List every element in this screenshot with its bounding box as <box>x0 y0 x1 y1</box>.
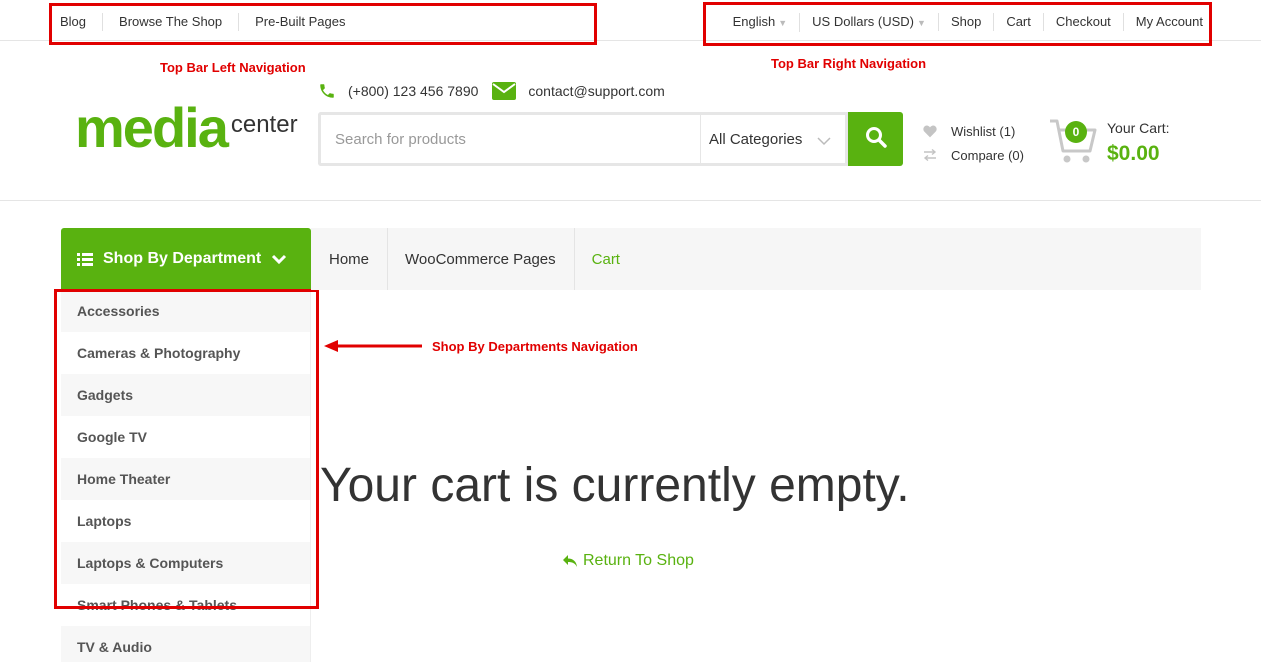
annotation-arrow <box>324 340 422 352</box>
cart-label: Your Cart: <box>1107 120 1170 136</box>
search-button[interactable] <box>848 112 903 166</box>
annotation-box-top-left <box>49 3 597 45</box>
chevron-down-icon <box>817 133 831 150</box>
breadcrumb-home[interactable]: Home <box>311 228 389 290</box>
contact-email: contact@support.com <box>528 83 665 99</box>
annotation-label-departments: Shop By Departments Navigation <box>432 339 638 354</box>
site-logo[interactable]: media center <box>75 96 298 159</box>
logo-center-text: center <box>230 111 298 138</box>
list-icon <box>77 252 93 266</box>
reply-arrow-icon <box>562 554 578 568</box>
cart-icon: 0 <box>1048 116 1098 166</box>
search-icon <box>865 126 887 153</box>
search-input[interactable] <box>318 112 700 166</box>
header-contact: (+800) 123 456 7890 contact@support.com <box>318 82 665 100</box>
return-to-shop-label: Return To Shop <box>583 552 694 569</box>
search-category-select[interactable]: All Categories <box>700 112 848 166</box>
department-title: Shop By Department <box>103 250 262 267</box>
search-bar: All Categories <box>318 112 903 166</box>
contact-phone: (+800) 123 456 7890 <box>348 83 479 99</box>
heart-icon <box>923 125 951 138</box>
annotation-label-top-left: Top Bar Left Navigation <box>160 60 306 75</box>
department-item[interactable]: TV & Audio <box>61 626 310 662</box>
cart-empty-message: Your cart is currently empty. <box>320 459 910 512</box>
breadcrumb-cart: Cart <box>591 250 620 268</box>
wishlist-link[interactable]: Wishlist (1) <box>923 119 1024 143</box>
annotation-box-top-right <box>703 2 1212 46</box>
compare-arrows-icon <box>923 149 951 161</box>
breadcrumb-woocommerce-pages[interactable]: WooCommerce Pages <box>387 228 575 290</box>
annotation-label-top-right: Top Bar Right Navigation <box>771 56 927 71</box>
wishlist-compare: Wishlist (1) Compare (0) <box>923 119 1024 167</box>
phone-icon <box>318 82 336 100</box>
cart-total: $0.00 <box>1107 142 1160 165</box>
header-divider <box>0 200 1261 201</box>
wishlist-label: Wishlist (1) <box>951 123 1016 139</box>
mail-icon <box>492 82 517 100</box>
chevron-down-icon <box>271 254 287 264</box>
mini-cart[interactable]: 0 Your Cart: $0.00 <box>1048 116 1170 166</box>
logo-media-text: media <box>75 96 229 159</box>
search-category-label: All Categories <box>709 130 803 148</box>
breadcrumb: Home WooCommerce Pages Cart <box>311 228 1201 290</box>
compare-link[interactable]: Compare (0) <box>923 143 1024 167</box>
return-to-shop-link[interactable]: Return To Shop <box>562 552 694 570</box>
compare-label: Compare (0) <box>951 147 1024 163</box>
cart-count-badge: 0 <box>1065 121 1087 143</box>
annotation-box-departments <box>54 289 319 609</box>
shop-by-department-button[interactable]: Shop By Department <box>61 228 311 290</box>
